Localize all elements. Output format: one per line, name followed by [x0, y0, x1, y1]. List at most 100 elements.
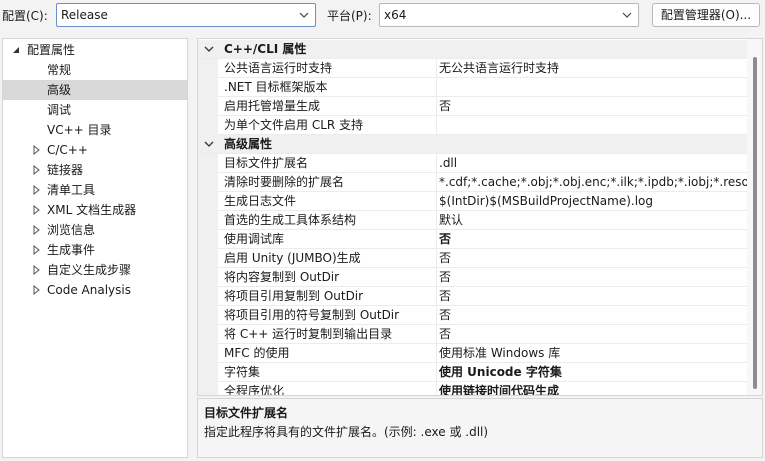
property-value[interactable]: 使用 Unicode 字符集 [436, 363, 747, 382]
property-row[interactable]: 生成日志文件 $(IntDir)$(MSBuildProjectName).log [198, 192, 747, 211]
config-dropdown[interactable]: Release [56, 3, 316, 27]
property-name: 将 C++ 运行时复制到输出目录 [224, 327, 393, 341]
row-gutter [198, 325, 218, 344]
property-name: MFC 的使用 [224, 346, 290, 360]
property-category-header[interactable]: 高级属性 [198, 135, 747, 154]
tree-item-label: 高级 [47, 83, 72, 97]
tree-item-label: 自定义生成步骤 [47, 263, 132, 277]
collapsed-triangle-icon[interactable] [31, 165, 41, 175]
collapsed-triangle-icon[interactable] [31, 205, 41, 215]
description-title: 目标文件扩展名 [204, 406, 289, 420]
property-value[interactable]: 无公共语言运行时支持 [436, 59, 747, 78]
property-row[interactable]: 启用 Unity (JUMBO)生成 否 [198, 249, 747, 268]
property-row[interactable]: 将内容复制到 OutDir 否 [198, 268, 747, 287]
property-value[interactable] [436, 78, 747, 97]
vertical-scrollbar[interactable] [747, 39, 762, 395]
row-gutter [198, 59, 218, 78]
tree-item[interactable]: 浏览信息 [3, 220, 187, 240]
property-category-header[interactable]: C++/CLI 属性 [198, 40, 747, 59]
tree-item[interactable]: 清单工具 [3, 180, 187, 200]
property-name: 清除时要删除的扩展名 [224, 175, 345, 189]
expanded-triangle-icon[interactable] [11, 45, 21, 55]
property-row[interactable]: 目标文件扩展名 .dll [198, 154, 747, 173]
collapsed-triangle-icon[interactable] [31, 185, 41, 195]
property-name: 将项目引用的符号复制到 OutDir [224, 308, 400, 322]
chevron-down-icon[interactable] [204, 140, 214, 148]
platform-label: 平台(P): [327, 9, 372, 23]
collapsed-triangle-icon[interactable] [31, 145, 41, 155]
property-value[interactable]: 使用标准 Windows 库 [436, 344, 747, 363]
property-row[interactable]: 为单个文件启用 CLR 支持 [198, 116, 747, 135]
configuration-toolbar: 配置(C): Release 平台(P): x64 配置管理器(O)... [0, 0, 765, 32]
tree-item-label: 生成事件 [47, 243, 96, 257]
row-gutter [198, 382, 218, 395]
property-row[interactable]: 首选的生成工具体系结构 默认 [198, 211, 747, 230]
collapsed-triangle-icon[interactable] [31, 285, 41, 295]
row-gutter [198, 116, 218, 135]
tree-item-label: 链接器 [47, 163, 84, 177]
platform-value: x64 [384, 8, 407, 22]
property-value[interactable]: 使用链接时间代码生成 [436, 382, 747, 395]
tree-item[interactable]: XML 文档生成器 [3, 200, 187, 220]
property-value[interactable]: 否 [436, 97, 747, 116]
tree-root-configuration-properties[interactable]: 配置属性 [3, 40, 187, 60]
row-gutter [198, 230, 218, 249]
property-name: 启用托管增量生成 [224, 99, 321, 113]
property-value[interactable]: 否 [436, 230, 747, 249]
tree-item[interactable]: Code Analysis [3, 280, 187, 300]
property-row[interactable]: 清除时要删除的扩展名 *.cdf;*.cache;*.obj;*.obj.enc;… [198, 173, 747, 192]
property-value[interactable]: 默认 [436, 211, 747, 230]
collapsed-triangle-icon[interactable] [31, 265, 41, 275]
property-name: 公共语言运行时支持 [224, 61, 333, 75]
property-name: 启用 Unity (JUMBO)生成 [224, 251, 361, 265]
property-row[interactable]: 启用托管增量生成 否 [198, 97, 747, 116]
property-value[interactable]: .dll [436, 154, 747, 173]
tree-item[interactable]: C/C++ [3, 140, 187, 160]
tree-root-label: 配置属性 [27, 43, 76, 57]
property-value[interactable]: 否 [436, 306, 747, 325]
property-value[interactable]: $(IntDir)$(MSBuildProjectName).log [436, 192, 747, 211]
row-gutter [198, 344, 218, 363]
tree-item[interactable]: VC++ 目录 [3, 120, 187, 140]
platform-dropdown[interactable]: x64 [379, 3, 639, 27]
tree-item[interactable]: 常规 [3, 60, 187, 80]
category-label: C++/CLI 属性 [224, 42, 307, 56]
property-value[interactable] [436, 116, 747, 135]
tree-item[interactable]: 生成事件 [3, 240, 187, 260]
property-value[interactable]: 否 [436, 268, 747, 287]
config-label: 配置(C): [2, 9, 48, 23]
property-row[interactable]: 使用调试库 否 [198, 230, 747, 249]
property-name: 字符集 [224, 365, 261, 379]
property-row[interactable]: 全程序优化 使用链接时间代码生成 [198, 382, 747, 396]
property-row[interactable]: 将项目引用复制到 OutDir 否 [198, 287, 747, 306]
property-value[interactable]: 否 [436, 287, 747, 306]
tree-item-label: XML 文档生成器 [47, 203, 137, 217]
chevron-down-icon[interactable] [204, 45, 214, 53]
property-row[interactable]: 将 C++ 运行时复制到输出目录 否 [198, 325, 747, 344]
row-gutter [198, 97, 218, 116]
chevron-down-icon [299, 12, 309, 18]
tree-item[interactable]: 自定义生成步骤 [3, 260, 187, 280]
property-row[interactable]: 将项目引用的符号复制到 OutDir 否 [198, 306, 747, 325]
tree-item-label: 浏览信息 [47, 223, 96, 237]
collapsed-triangle-icon[interactable] [31, 225, 41, 235]
row-gutter [198, 287, 218, 306]
property-value[interactable]: *.cdf;*.cache;*.obj;*.obj.enc;*.ilk;*.ip… [436, 173, 747, 192]
property-row[interactable]: 公共语言运行时支持 无公共语言运行时支持 [198, 59, 747, 78]
property-name: 使用调试库 [224, 232, 285, 246]
property-name: 全程序优化 [224, 384, 285, 396]
property-row[interactable]: MFC 的使用 使用标准 Windows 库 [198, 344, 747, 363]
property-name: 为单个文件启用 CLR 支持 [224, 118, 364, 132]
tree-item[interactable]: 调试 [3, 100, 187, 120]
property-row[interactable]: .NET 目标框架版本 [198, 78, 747, 97]
scrollbar-thumb[interactable] [753, 57, 757, 389]
collapsed-triangle-icon[interactable] [31, 245, 41, 255]
property-value[interactable]: 否 [436, 325, 747, 344]
property-row[interactable]: 字符集 使用 Unicode 字符集 [198, 363, 747, 382]
property-value[interactable]: 否 [436, 249, 747, 268]
property-tree: 配置属性 常规高级调试 VC++ 目录 C/C++ 链接器清单工具 XML 文档生成器浏… [2, 38, 188, 458]
tree-item[interactable]: 链接器 [3, 160, 187, 180]
description-text: 指定此程序将具有的文件扩展名。(示例: .exe 或 .dll) [204, 425, 489, 439]
tree-item[interactable]: 高级 [3, 80, 187, 100]
config-manager-button[interactable]: 配置管理器(O)... [652, 3, 760, 27]
